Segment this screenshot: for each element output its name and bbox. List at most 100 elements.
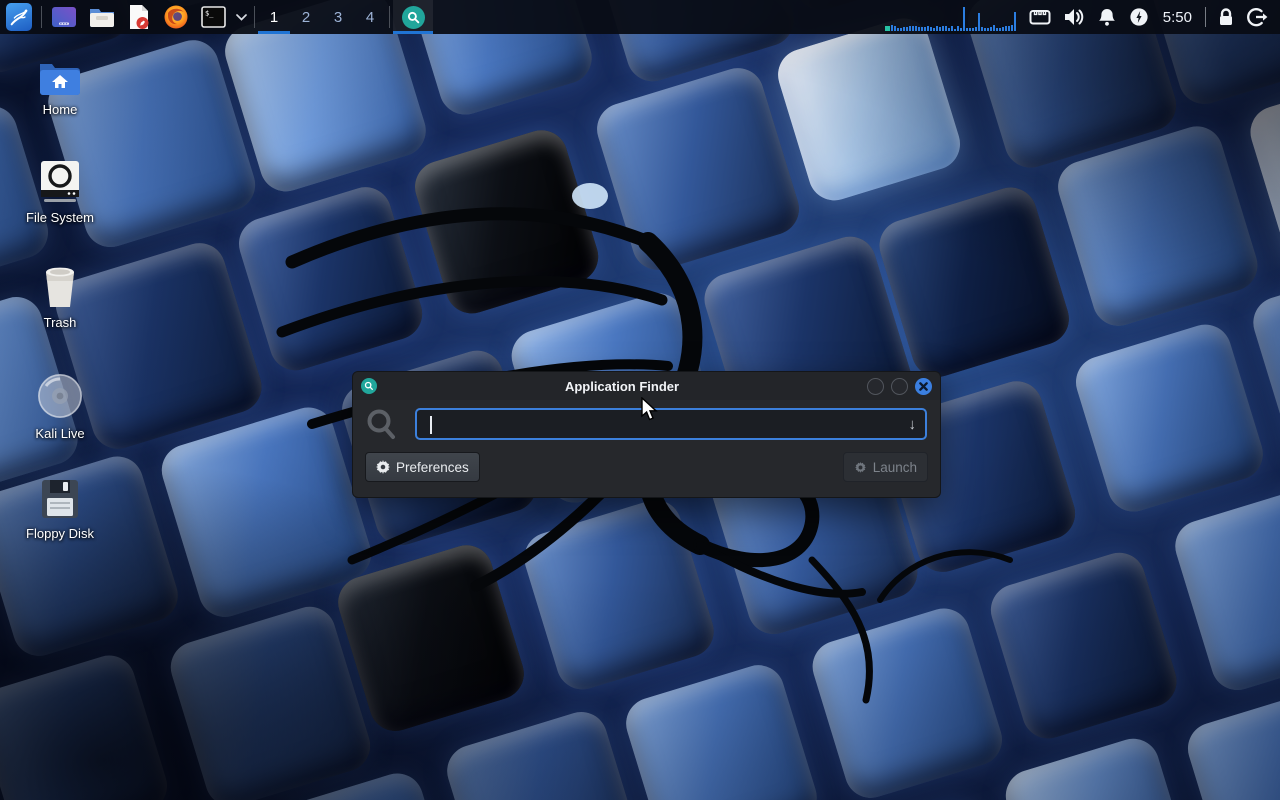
load-bar [1005,26,1007,31]
app-window-icon [51,5,77,29]
load-bar [999,28,1001,31]
file-manager-button[interactable] [83,0,121,34]
optical-disc-icon [36,372,84,420]
volume-icon [1063,7,1085,27]
search-input[interactable]: ↓ [415,408,927,440]
lock-icon [1217,7,1235,27]
load-bar [939,27,941,31]
application-finder-window: Application Finder ↓ [352,371,941,498]
load-bar [1008,26,1010,31]
chevron-down-icon [236,14,247,21]
terminal-dropdown-button[interactable] [232,0,251,34]
load-bar [918,27,920,31]
workspace-3[interactable]: 3 [322,0,354,34]
workspace-1[interactable]: 1 [258,0,290,34]
terminal-icon: $_ [201,6,226,28]
dropdown-arrow-icon[interactable]: ↓ [909,416,926,433]
load-bar [963,7,965,31]
text-editor-icon [127,4,151,30]
taskbar-application-finder-button[interactable] [393,0,433,34]
load-bar [1014,12,1016,31]
close-button[interactable] [915,378,932,395]
workspace-2[interactable]: 2 [290,0,322,34]
panel-separator [254,6,255,28]
app-window-button[interactable] [45,0,83,34]
lock-screen-button[interactable] [1211,0,1241,34]
load-bar [924,27,926,31]
load-bar [897,28,899,31]
load-bar [942,26,944,31]
load-bar [966,28,968,31]
launch-label: Launch [873,460,917,475]
load-bar [915,26,917,31]
notifications-button[interactable] [1091,0,1123,34]
wallpaper-cube [591,62,806,277]
network-button[interactable] [1023,0,1057,34]
window-search-icon [361,378,377,394]
wallpaper-cube [999,732,1196,800]
preferences-label: Preferences [396,460,469,475]
wallpaper-cube [233,181,429,377]
wallpaper-cube [0,649,173,800]
wallpaper-cube [1070,318,1270,518]
log-out-button[interactable] [1241,0,1280,34]
load-bar [921,27,923,31]
desktop-icon-label: File System [26,210,94,225]
text-editor-button[interactable] [121,0,157,34]
kali-desktop: Home File System Trash Kali Live [0,0,1280,800]
titlebar[interactable]: Application Finder [353,372,940,400]
load-bar [972,28,974,31]
search-icon-large [366,408,396,440]
load-bar [978,13,980,31]
desktop-icon-file-system[interactable]: File System [8,160,112,225]
clock[interactable]: 5:50 [1155,0,1200,34]
preferences-button[interactable]: Preferences [365,452,480,482]
wallpaper-cube [808,794,1023,800]
load-bar [927,26,929,31]
wallpaper-cube [1169,478,1280,697]
wallpaper-cube [1182,681,1280,800]
load-bar [960,28,962,31]
power-manager-button[interactable] [1123,0,1155,34]
wallpaper-cube [772,12,967,207]
load-bar [957,26,959,31]
maximize-button[interactable] [891,378,908,395]
desktop-icon-trash[interactable]: Trash [8,265,112,330]
load-bar [984,28,986,31]
load-bar [1002,27,1004,31]
load-bar [906,27,908,31]
top-panel: $_ 1 2 3 4 [0,0,1280,34]
home-folder-icon [37,58,83,96]
power-bolt-icon [1129,7,1149,27]
load-bar [975,27,977,31]
wallpaper-cube [441,706,647,800]
desktop-icon-home[interactable]: Home [8,58,112,117]
load-bar [948,28,950,31]
search-icon [402,6,425,29]
load-bar [981,27,983,31]
load-bar [909,26,911,31]
kali-menu-button[interactable] [0,0,38,34]
load-bar [945,26,947,31]
system-load-graph [885,0,1019,34]
bell-icon [1097,7,1117,28]
workspace-4[interactable]: 4 [354,0,386,34]
launch-button[interactable]: Launch [843,452,928,482]
minimize-button[interactable] [867,378,884,395]
panel-separator [41,6,42,28]
load-bar [891,25,893,31]
trash-icon [39,265,81,309]
load-bar [933,28,935,31]
terminal-button[interactable]: $_ [195,0,232,34]
desktop-icon-floppy-disk[interactable]: Floppy Disk [8,478,112,541]
panel-separator [1205,7,1206,27]
network-wired-icon [1029,8,1051,26]
firefox-button[interactable] [157,0,195,34]
hard-drive-icon [39,160,81,204]
load-bar [930,27,932,31]
volume-button[interactable] [1057,0,1091,34]
desktop-icon-label: Kali Live [35,426,84,441]
load-bar [954,29,956,31]
desktop-icon-kali-live[interactable]: Kali Live [8,372,112,441]
load-bar [951,26,953,31]
